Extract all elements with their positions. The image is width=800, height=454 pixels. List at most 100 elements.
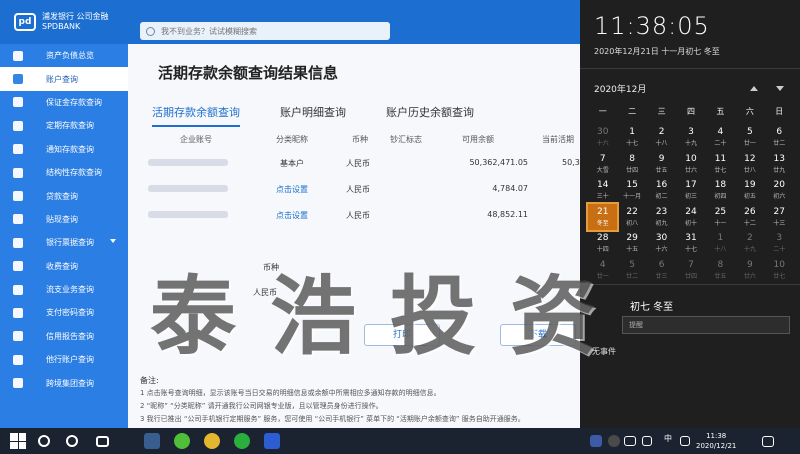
col-account: 企业账号 <box>180 135 212 144</box>
day-number: 9 <box>746 259 753 270</box>
logo-subtitle: SPDBANK <box>42 22 81 31</box>
menu-icon <box>13 237 23 248</box>
tab-current-balance[interactable]: 活期存款余额查询 <box>152 104 240 127</box>
bank-app-icon[interactable] <box>264 433 280 449</box>
calendar-day[interactable]: 30 十六 <box>588 124 617 151</box>
wechat-icon[interactable] <box>234 433 250 449</box>
calendar-day[interactable]: 14 三十 <box>588 177 617 204</box>
calendar-day[interactable]: 6 廿二 <box>765 124 794 151</box>
set-nickname-link[interactable]: 点击设置 <box>276 184 308 195</box>
sidebar-item[interactable]: 通知存款查询 <box>0 138 128 161</box>
calendar-day[interactable]: 9 廿六 <box>735 257 764 284</box>
chrome-icon[interactable] <box>204 433 220 449</box>
calendar-day[interactable]: 31 十七 <box>676 230 705 257</box>
calendar-day[interactable]: 24 初十 <box>676 204 705 231</box>
lunar-date: 十六 <box>596 140 609 147</box>
sidebar-item[interactable]: 流支业务查询 <box>0 278 128 301</box>
calendar-day[interactable]: 16 初二 <box>647 177 676 204</box>
sidebar-item[interactable]: 他行账户查询 <box>0 348 128 371</box>
sidebar-item[interactable]: 贴现查询 <box>0 208 128 231</box>
sidebar-item[interactable]: 资产负债总览 <box>0 44 128 67</box>
ime-indicator[interactable]: 中 <box>664 433 672 444</box>
sidebar-item[interactable]: 收费查询 <box>0 255 128 278</box>
next-month-icon[interactable] <box>776 86 784 91</box>
month-title[interactable]: 2020年12月 <box>594 82 646 95</box>
calendar-day-today[interactable]: 21 冬至 <box>585 201 620 232</box>
calendar-day[interactable]: 15 十一月 <box>617 177 646 204</box>
windows-start-icon[interactable] <box>10 433 26 449</box>
volume-icon[interactable] <box>642 436 652 446</box>
taskbar-clock[interactable]: 11:38 2020/12/21 <box>696 431 736 451</box>
sidebar-item[interactable]: 支付密码查询 <box>0 301 128 324</box>
calendar-day[interactable]: 8 廿五 <box>706 257 735 284</box>
notification-icon[interactable] <box>762 436 774 447</box>
app-icon[interactable] <box>174 433 190 449</box>
calendar-day[interactable]: 3 二十 <box>765 230 794 257</box>
calendar-day[interactable]: 7 大雪 <box>588 151 617 178</box>
day-number: 16 <box>655 180 668 190</box>
sidebar-item[interactable]: 跨境集团查询 <box>0 371 128 394</box>
day-number: 20 <box>773 180 785 190</box>
calendar-day[interactable]: 11 廿七 <box>706 151 735 178</box>
calendar-day[interactable]: 2 十八 <box>647 124 676 151</box>
sidebar-item[interactable]: 保证金存款查询 <box>0 91 128 114</box>
cortana-icon[interactable] <box>66 435 78 447</box>
calendar-day[interactable]: 1 十八 <box>706 230 735 257</box>
tray-app-icon[interactable] <box>608 435 620 447</box>
sidebar-item[interactable]: 银行票据查询 <box>0 231 128 254</box>
calendar-day[interactable]: 13 廿九 <box>765 151 794 178</box>
calendar-day[interactable]: 8 廿四 <box>617 151 646 178</box>
calendar-day[interactable]: 19 初五 <box>735 177 764 204</box>
day-number: 27 <box>773 206 785 217</box>
tab-history-balance[interactable]: 账户历史余额查询 <box>386 104 474 127</box>
lunar-date: 初六 <box>773 193 786 200</box>
tray-app-icon[interactable] <box>590 435 602 447</box>
prev-month-icon[interactable] <box>750 86 758 91</box>
calendar-day[interactable]: 5 廿一 <box>735 124 764 151</box>
calendar-day[interactable]: 25 十一 <box>706 204 735 231</box>
row-nickname: 基本户 <box>280 159 304 168</box>
network-icon[interactable] <box>624 436 636 446</box>
divider <box>580 68 800 69</box>
search-input[interactable] <box>161 26 361 36</box>
calendar-day[interactable]: 22 初八 <box>617 204 646 231</box>
calendar-day[interactable]: 10 廿六 <box>676 151 705 178</box>
calendar-day[interactable]: 7 廿四 <box>676 257 705 284</box>
calendar-day[interactable]: 30 十六 <box>647 230 676 257</box>
col-current: 当前活期 <box>542 135 574 144</box>
search-icon[interactable] <box>38 435 50 447</box>
task-view-icon[interactable] <box>96 436 109 447</box>
bank-logo[interactable]: pd 浦发银行 公司金融 SPDBANK <box>14 12 109 32</box>
keyboard-icon[interactable] <box>680 436 690 446</box>
full-date[interactable]: 2020年12月21日 十一月初七 冬至 <box>594 46 720 57</box>
calendar-day[interactable]: 3 十九 <box>676 124 705 151</box>
browser-icon[interactable] <box>144 433 160 449</box>
event-date: 初七 冬至 <box>630 302 674 313</box>
calendar-day[interactable]: 12 廿八 <box>735 151 764 178</box>
calendar-day[interactable]: 23 初九 <box>647 204 676 231</box>
calendar-day[interactable]: 6 廿三 <box>647 257 676 284</box>
sidebar-item-label: 流支业务查询 <box>46 285 94 295</box>
calendar-day[interactable]: 4 二十 <box>706 124 735 151</box>
day-number: 10 <box>685 153 697 164</box>
calendar-day[interactable]: 10 廿七 <box>765 257 794 284</box>
sidebar-item[interactable]: 贷款查询 <box>0 184 128 207</box>
calendar-day[interactable]: 2 十九 <box>735 230 764 257</box>
sidebar-item[interactable]: 结构性存款查询 <box>0 161 128 184</box>
sidebar-item[interactable]: 定期存款查询 <box>0 114 128 137</box>
tab-account-detail[interactable]: 账户明细查询 <box>280 104 346 127</box>
calendar-day[interactable]: 27 十三 <box>765 204 794 231</box>
event-input[interactable]: 提醒 <box>622 316 790 334</box>
calendar-day[interactable]: 26 十二 <box>735 204 764 231</box>
set-nickname-link[interactable]: 点击设置 <box>276 210 308 221</box>
calendar-day[interactable]: 1 十七 <box>617 124 646 151</box>
search-box[interactable] <box>140 22 390 40</box>
calendar-day[interactable]: 17 初三 <box>676 177 705 204</box>
sidebar-item[interactable]: 信用报告查询 <box>0 325 128 348</box>
calendar-day[interactable]: 20 初六 <box>765 177 794 204</box>
weekday-label: 六 <box>745 107 754 116</box>
sidebar-item[interactable]: 账户查询 <box>0 67 128 91</box>
calendar-day[interactable]: 9 廿五 <box>647 151 676 178</box>
tab-bar: 活期存款余额查询 账户明细查询 账户历史余额查询 <box>152 104 474 127</box>
calendar-day[interactable]: 18 初四 <box>706 177 735 204</box>
